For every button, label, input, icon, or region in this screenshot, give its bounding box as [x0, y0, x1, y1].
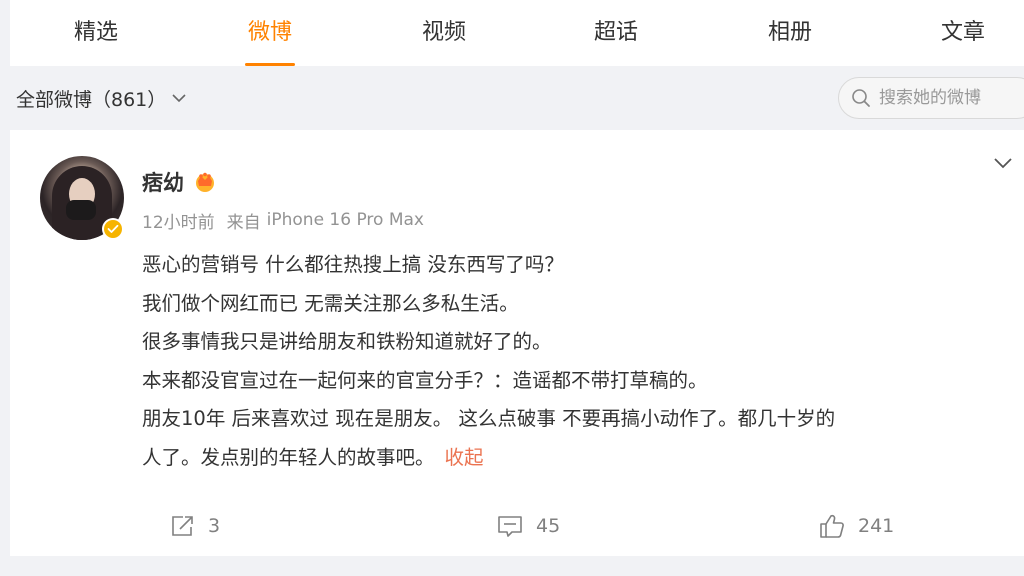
tab-label: 精选 — [73, 20, 118, 45]
tab-supertopic[interactable]: 超话 — [566, 0, 666, 66]
post-time[interactable]: 12小时前 — [142, 208, 215, 233]
tab-label: 文章 — [940, 20, 985, 45]
post-content-last-line: 人了。发点别的年轻人的故事吧。 收起 — [142, 439, 1012, 478]
author-name-text: 痞幼 — [142, 171, 184, 195]
filter-row: 全部微博（861） — [0, 66, 1024, 130]
filter-label: 全部微博（861） — [16, 88, 167, 111]
tab-label: 微博 — [247, 20, 292, 45]
tab-label: 视频 — [421, 20, 466, 45]
crown-icon[interactable] — [192, 171, 218, 193]
tab-label: 相册 — [767, 20, 812, 45]
post-more-button[interactable] — [992, 154, 1014, 172]
tab-label: 超话 — [593, 20, 638, 45]
post-content-line: 本来都没官宣过在一起何来的官宣分手？：造谣都不带打草稿的。 — [142, 368, 708, 392]
search-icon — [851, 88, 871, 108]
comment-button[interactable]: 45 — [496, 512, 560, 540]
tab-articles[interactable]: 文章 — [913, 0, 1013, 66]
repost-button[interactable]: 3 — [170, 512, 220, 540]
post-card: 痞幼 12小时前 来自 iPhone 16 Pro Max 恶心的营销号 什么都… — [10, 130, 1024, 556]
collapse-link[interactable]: 收起 — [445, 446, 484, 469]
post-content-line: 我们做个网红而已 无需关注那么多私生活。 — [142, 291, 519, 315]
tab-albums[interactable]: 相册 — [740, 0, 840, 66]
thumbs-up-icon — [818, 513, 846, 539]
post-meta: 12小时前 来自 iPhone 16 Pro Max — [142, 208, 424, 233]
tab-featured[interactable]: 精选 — [46, 0, 146, 66]
search-input[interactable] — [877, 87, 1021, 109]
like-count: 241 — [858, 515, 895, 537]
comment-icon — [496, 514, 524, 538]
all-posts-filter-button[interactable]: 全部微博（861） — [16, 85, 186, 111]
post-content-line: 人了。发点别的年轻人的故事吧。 — [142, 445, 435, 469]
post-source-device[interactable]: iPhone 16 Pro Max — [267, 210, 424, 230]
chevron-down-icon — [993, 157, 1013, 169]
like-button[interactable]: 241 — [818, 512, 894, 540]
chevron-down-icon — [172, 93, 186, 103]
post-source-label: 来自 — [226, 212, 261, 233]
tab-weibo[interactable]: 微博 — [220, 0, 320, 66]
search-box[interactable] — [838, 77, 1024, 119]
verified-badge-icon — [102, 218, 124, 240]
post-content-line: 很多事情我只是讲给朋友和铁粉知道就好了的。 — [142, 330, 552, 354]
post-author-name[interactable]: 痞幼 — [142, 168, 218, 196]
comment-count: 45 — [536, 515, 561, 537]
post-actions: 3 45 241 — [10, 506, 1024, 546]
post-content: 恶心的营销号 什么都往热搜上搞 没东西写了吗？ 我们做个网红而已 无需关注那么多… — [142, 246, 1012, 478]
repost-icon — [170, 514, 196, 538]
post-content-line: 恶心的营销号 什么都往热搜上搞 没东西写了吗？ — [142, 253, 564, 276]
repost-count: 3 — [208, 515, 221, 537]
profile-tab-bar: 精选 微博 视频 超话 相册 文章 — [10, 0, 1024, 66]
post-content-line: 朋友10年 后来喜欢过 现在是朋友。 这么点破事 不要再搞小动作了。都几十岁的 — [142, 407, 836, 431]
tab-videos[interactable]: 视频 — [394, 0, 494, 66]
